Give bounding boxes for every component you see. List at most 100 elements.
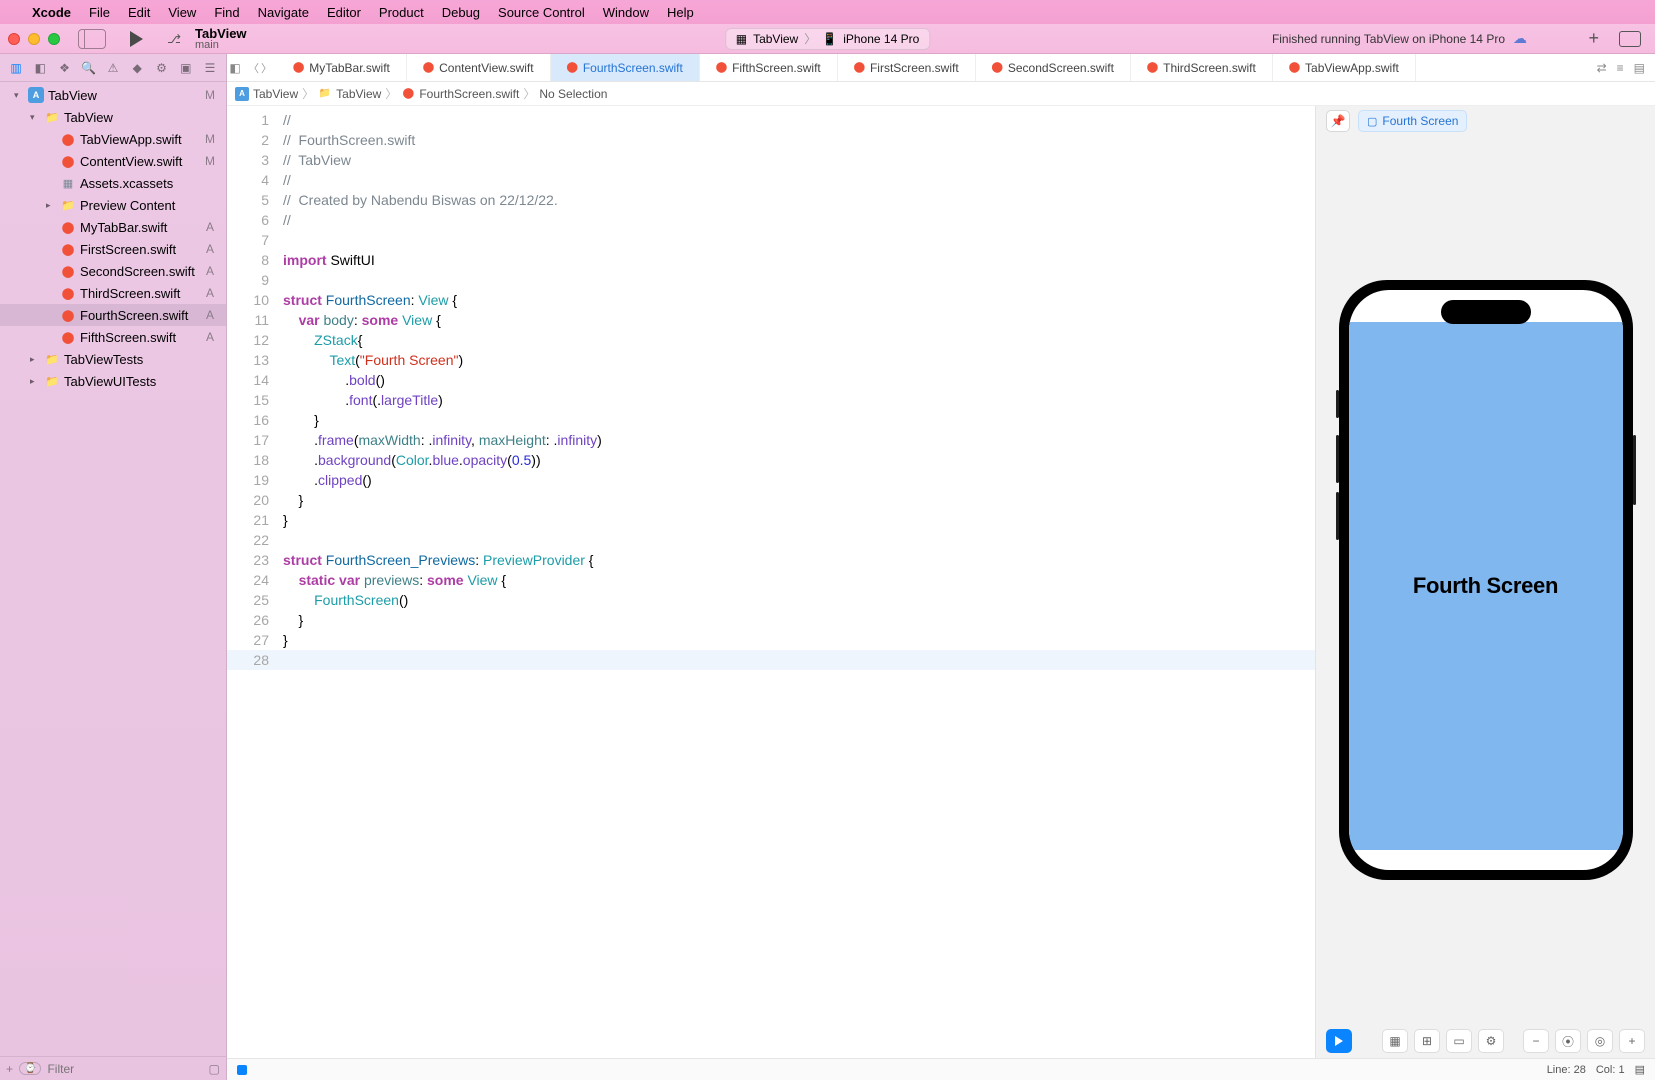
zoom-fit-button[interactable]: ◎ bbox=[1587, 1029, 1613, 1053]
tree-row-mytabbar-swift[interactable]: ⬤MyTabBar.swiftA bbox=[0, 216, 226, 238]
tree-row-tabview[interactable]: ▾ATabViewM bbox=[0, 84, 226, 106]
code-line[interactable]: 26 } bbox=[227, 610, 1315, 630]
preview-settings-button[interactable]: ⚙ bbox=[1478, 1029, 1504, 1053]
tab-contentview-swift[interactable]: ⬤ContentView.swift bbox=[407, 54, 551, 81]
menu-product[interactable]: Product bbox=[379, 5, 424, 20]
code-content[interactable]: import SwiftUI bbox=[283, 250, 1315, 270]
menu-find[interactable]: Find bbox=[214, 5, 239, 20]
code-line[interactable]: 13 Text("Fourth Screen") bbox=[227, 350, 1315, 370]
tree-row-fourthscreen-swift[interactable]: ⬤FourthScreen.swiftA bbox=[0, 304, 226, 326]
code-line[interactable]: 17 .frame(maxWidth: .infinity, maxHeight… bbox=[227, 430, 1315, 450]
tab-mytabbar-swift[interactable]: ⬤MyTabBar.swift bbox=[277, 54, 407, 81]
device-settings-button[interactable]: ▭ bbox=[1446, 1029, 1472, 1053]
menu-debug[interactable]: Debug bbox=[442, 5, 480, 20]
zoom-in-button[interactable]: + bbox=[1619, 1029, 1645, 1053]
related-items-button[interactable]: ◧ bbox=[227, 54, 243, 81]
report-navigator-icon[interactable]: ☰ bbox=[202, 60, 218, 76]
tree-row-fifthscreen-swift[interactable]: ⬤FifthScreen.swiftA bbox=[0, 326, 226, 348]
code-content[interactable]: // FourthScreen.swift bbox=[283, 130, 1315, 150]
pin-preview-button[interactable]: 📌 bbox=[1326, 110, 1350, 132]
menu-navigate[interactable]: Navigate bbox=[258, 5, 309, 20]
add-file-button[interactable]: + bbox=[6, 1062, 13, 1076]
code-line[interactable]: 5// Created by Nabendu Biswas on 22/12/2… bbox=[227, 190, 1315, 210]
disclosure-icon[interactable]: ▾ bbox=[30, 112, 40, 123]
code-content[interactable] bbox=[283, 270, 1315, 290]
tree-row-tabviewuitests[interactable]: ▸📁TabViewUITests bbox=[0, 370, 226, 392]
code-content[interactable]: .background(Color.blue.opacity(0.5)) bbox=[283, 450, 1315, 470]
tree-row-preview-content[interactable]: ▸📁Preview Content bbox=[0, 194, 226, 216]
jump-bar[interactable]: ATabView 〉 📁TabView 〉 ⬤FourthScreen.swif… bbox=[227, 82, 1655, 106]
code-line[interactable]: 9 bbox=[227, 270, 1315, 290]
tree-row-tabviewapp-swift[interactable]: ⬤TabViewApp.swiftM bbox=[0, 128, 226, 150]
code-line[interactable]: 20 } bbox=[227, 490, 1315, 510]
variants-button[interactable]: ⊞ bbox=[1414, 1029, 1440, 1053]
code-line[interactable]: 21} bbox=[227, 510, 1315, 530]
zoom-actual-button[interactable]: ⦿ bbox=[1555, 1029, 1581, 1053]
editor-layout-icon[interactable]: ⇄ bbox=[1597, 61, 1607, 75]
tree-row-tabviewtests[interactable]: ▸📁TabViewTests bbox=[0, 348, 226, 370]
project-tree[interactable]: ▾ATabViewM▾📁TabView⬤TabViewApp.swiftM⬤Co… bbox=[0, 82, 226, 1056]
tab-thirdscreen-swift[interactable]: ⬤ThirdScreen.swift bbox=[1131, 54, 1273, 81]
code-line[interactable]: 14 .bold() bbox=[227, 370, 1315, 390]
code-line[interactable]: 4// bbox=[227, 170, 1315, 190]
selectable-mode-button[interactable]: ▦ bbox=[1382, 1029, 1408, 1053]
toggle-inspector-icon[interactable]: ▤ bbox=[1634, 61, 1645, 75]
disclosure-icon[interactable]: ▸ bbox=[30, 354, 40, 365]
code-content[interactable]: } bbox=[283, 510, 1315, 530]
code-content[interactable]: ZStack{ bbox=[283, 330, 1315, 350]
code-content[interactable]: } bbox=[283, 630, 1315, 650]
menu-help[interactable]: Help bbox=[667, 5, 694, 20]
code-content[interactable]: struct FourthScreen_Previews: PreviewPro… bbox=[283, 550, 1315, 570]
code-editor[interactable]: 1//2// FourthScreen.swift3// TabView4//5… bbox=[227, 106, 1315, 1058]
code-line[interactable]: 12 ZStack{ bbox=[227, 330, 1315, 350]
code-content[interactable]: struct FourthScreen: View { bbox=[283, 290, 1315, 310]
menu-file[interactable]: File bbox=[89, 5, 110, 20]
forward-button[interactable]: 〉 bbox=[261, 60, 272, 76]
code-content[interactable]: // Created by Nabendu Biswas on 22/12/22… bbox=[283, 190, 1315, 210]
code-line[interactable]: 28 bbox=[227, 650, 1315, 670]
code-content[interactable]: } bbox=[283, 610, 1315, 630]
jump-proj[interactable]: TabView bbox=[253, 87, 298, 101]
source-control-navigator-icon[interactable]: ◧ bbox=[32, 60, 48, 76]
recent-filter-icon[interactable]: ⌚ bbox=[19, 1062, 41, 1075]
library-button[interactable] bbox=[1619, 31, 1641, 47]
code-line[interactable]: 7 bbox=[227, 230, 1315, 250]
code-content[interactable] bbox=[283, 650, 1315, 670]
tab-fourthscreen-swift[interactable]: ⬤FourthScreen.swift bbox=[551, 54, 700, 81]
code-line[interactable]: 16 } bbox=[227, 410, 1315, 430]
menu-edit[interactable]: Edit bbox=[128, 5, 150, 20]
zoom-window-button[interactable] bbox=[48, 33, 60, 45]
minimap-toggle-icon[interactable]: ▤ bbox=[1635, 1063, 1645, 1076]
code-line[interactable]: 24 static var previews: some View { bbox=[227, 570, 1315, 590]
tree-row-thirdscreen-swift[interactable]: ⬤ThirdScreen.swiftA bbox=[0, 282, 226, 304]
code-content[interactable]: // TabView bbox=[283, 150, 1315, 170]
code-content[interactable]: } bbox=[283, 410, 1315, 430]
add-editor-button[interactable]: + bbox=[1588, 28, 1599, 49]
code-content[interactable]: .frame(maxWidth: .infinity, maxHeight: .… bbox=[283, 430, 1315, 450]
adjust-editor-icon[interactable]: ≡ bbox=[1617, 61, 1624, 75]
app-name[interactable]: Xcode bbox=[32, 5, 71, 20]
code-line[interactable]: 11 var body: some View { bbox=[227, 310, 1315, 330]
back-button[interactable]: 〈 bbox=[248, 60, 259, 76]
code-line[interactable]: 22 bbox=[227, 530, 1315, 550]
tree-row-firstscreen-swift[interactable]: ⬤FirstScreen.swiftA bbox=[0, 238, 226, 260]
tab-secondscreen-swift[interactable]: ⬤SecondScreen.swift bbox=[976, 54, 1131, 81]
symbol-navigator-icon[interactable]: ❖ bbox=[57, 60, 73, 76]
code-content[interactable]: .clipped() bbox=[283, 470, 1315, 490]
debug-navigator-icon[interactable]: ⚙ bbox=[154, 60, 170, 76]
code-line[interactable]: 23struct FourthScreen_Previews: PreviewP… bbox=[227, 550, 1315, 570]
jump-selection[interactable]: No Selection bbox=[539, 87, 607, 101]
code-content[interactable]: var body: some View { bbox=[283, 310, 1315, 330]
code-line[interactable]: 15 .font(.largeTitle) bbox=[227, 390, 1315, 410]
menu-source-control[interactable]: Source Control bbox=[498, 5, 585, 20]
code-content[interactable]: static var previews: some View { bbox=[283, 570, 1315, 590]
breakpoint-navigator-icon[interactable]: ▣ bbox=[178, 60, 194, 76]
tab-tabviewapp-swift[interactable]: ⬤TabViewApp.swift bbox=[1273, 54, 1416, 81]
filter-input[interactable] bbox=[47, 1062, 202, 1076]
code-content[interactable]: .bold() bbox=[283, 370, 1315, 390]
project-info[interactable]: TabView main bbox=[195, 27, 247, 51]
code-content[interactable]: // bbox=[283, 210, 1315, 230]
scm-filter-icon[interactable]: ▢ bbox=[208, 1062, 219, 1076]
minimize-window-button[interactable] bbox=[28, 33, 40, 45]
canvas-stage[interactable]: Fourth Screen bbox=[1316, 136, 1655, 1024]
